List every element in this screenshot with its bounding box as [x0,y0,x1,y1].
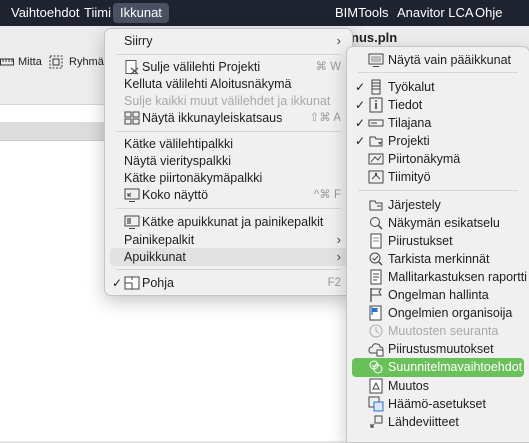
menu-item-painikepalkit[interactable]: Painikepalkit › [110,231,347,249]
chevron-right-icon: › [336,232,341,247]
mitta-tool[interactable]: Mitta [0,56,42,68]
change-icon [368,378,384,394]
issue-organizer-icon [368,305,384,321]
menu-separator [116,54,341,55]
view-preview-icon [368,215,384,231]
group-icon [49,55,63,69]
navigator-icon [368,133,384,149]
checkmark-icon: ✓ [355,80,366,94]
submenu-item-mallitarkastuksen-raportti[interactable]: Mallitarkastuksen raportti [352,268,527,286]
ghost-settings-icon [368,396,384,412]
submenu-item-projekti[interactable]: ✓ Projekti [352,132,524,150]
menu-item-nayta-yleiskatsaus[interactable]: Näytä ikkunayleiskatsaus ⇧⌘ A [110,109,347,127]
submenu-item-haamo-asetukset[interactable]: Häämö-asetukset [352,395,524,413]
design-options-icon [368,359,384,375]
menu-item-apuikkunat[interactable]: Apuikkunat › [110,248,347,266]
menu-item-sulje-kaikki: Sulje kaikki muut välilehdet ja ikkunat [124,94,331,108]
menu-item-kelluta[interactable]: Kelluta välilehti Aloitusnäkymä [110,75,347,93]
menu-vaihtoehdot[interactable]: Vaihtoehdot [4,3,86,23]
floor-plan-icon [124,275,140,291]
submenu-item-tiimityo[interactable]: Tiimityö [352,168,524,186]
checkmark-icon: ✓ [355,116,366,130]
drawing-changes-icon [368,341,384,357]
menu-separator [116,131,341,132]
ryhmat-tool[interactable]: Ryhmät [49,55,107,69]
menu-ohje[interactable]: Ohje [468,3,509,23]
fullscreen-icon [124,187,140,203]
drawing-view-icon [368,151,384,167]
statusbar-icon [368,115,384,131]
menu-ikkunat[interactable]: Ikkunat [113,3,169,23]
checkmark-icon: ✓ [355,134,366,148]
window-title: nus.pln [351,30,398,45]
menu-item-nayta-vierityspalkki[interactable]: Näytä vierityspalkki [110,152,347,170]
menu-item-katke-piirtonakyma[interactable]: Kätke piirtonäkymäpalkki [110,169,347,187]
menu-anavitor-lca[interactable]: Anavitor LCA [390,3,481,23]
organizer-icon [368,197,384,213]
menu-item-katke-apuikkunat[interactable]: Kätke apuikkunat ja painikepalkit [110,213,347,231]
references-icon [368,414,384,430]
submenu-item-lahdeviitteet[interactable]: Lähdeviitteet [352,413,524,431]
toolbox-icon [368,79,384,95]
menu-item-pohja[interactable]: ✓ Pohja F2 [110,274,347,292]
submenu-item-jarjestely[interactable]: Järjestely [352,196,524,214]
menu-item-koko-naytto[interactable]: Koko näyttö ^⌘ F [110,186,347,204]
apuikkunat-submenu: Näytä vain pääikkunat ✓ Työkalut ✓ Tiedo… [346,46,529,443]
submenu-item-tarkista-merkinnat[interactable]: Tarkista merkinnät [352,250,524,268]
menu-tiimi[interactable]: Tiimi [77,3,118,23]
window-overview-icon [124,110,140,126]
menu-bimtools[interactable]: BIMTools [328,3,395,23]
chevron-right-icon: › [336,33,341,48]
submenu-item-nayta-vain-paaikkunat[interactable]: Näytä vain pääikkunat [352,51,524,69]
submenu-item-nakyman-esikatselu[interactable]: Näkymän esikatselu [352,214,524,232]
checkmark-icon: ✓ [112,276,123,290]
teamwork-icon [368,169,384,185]
info-icon [368,97,384,113]
ruler-icon [0,58,14,66]
checkmark-icon: ✓ [355,98,366,112]
menu-item-siirry[interactable]: Siirry › [110,32,347,50]
submenu-item-piirustukset[interactable]: Piirustukset [352,232,524,250]
ryhmat-label: Ryhmät [69,56,107,68]
submenu-item-ongelman-hallinta[interactable]: Ongelman hallinta [352,286,524,304]
menu-item-sulje-valilehti[interactable]: Sulje välilehti Projekti ⌘ W [110,58,347,76]
submenu-item-tyokalut[interactable]: ✓ Työkalut [352,78,524,96]
submenu-item-piirtonakyma[interactable]: Piirtonäkymä [352,150,524,168]
change-tracking-icon [368,323,384,339]
check-markup-icon [368,251,384,267]
close-tab-icon [124,59,140,75]
issue-flag-icon [368,287,384,303]
menu-bar: Vaihtoehdot Tiimi Ikkunat BIMTools Anavi… [0,0,529,26]
chevron-right-icon: › [336,249,341,264]
submenu-item-tiedot[interactable]: ✓ Tiedot [352,96,524,114]
menu-separator [116,208,341,209]
submenu-item-piirustusmuutokset[interactable]: Piirustusmuutokset [352,340,524,358]
menu-separator [358,72,518,73]
model-check-report-icon [368,269,384,285]
palettes-icon [124,214,140,230]
submenu-item-muutos[interactable]: Muutos [352,377,524,395]
submenu-item-suunnitelmavaihtoehdot[interactable]: Suunnitelmavaihtoehdot [352,358,524,377]
main-windows-icon [368,52,384,68]
submenu-item-tilajana[interactable]: ✓ Tilajana [352,114,524,132]
ikkunat-menu: Siirry › Sulje välilehti Projekti ⌘ W Ke… [104,28,353,296]
submenu-item-ongelmien-organisoija[interactable]: Ongelmien organisoija [352,304,524,322]
mitta-label: Mitta [18,56,42,68]
menu-separator [116,269,341,270]
menu-separator [358,190,518,191]
menu-item-katke-valilehtipalkki[interactable]: Kätke välilehtipalkki [110,135,347,153]
submenu-item-muutosten-seuranta: Muutosten seuranta [352,322,524,340]
drawings-icon [368,233,384,249]
